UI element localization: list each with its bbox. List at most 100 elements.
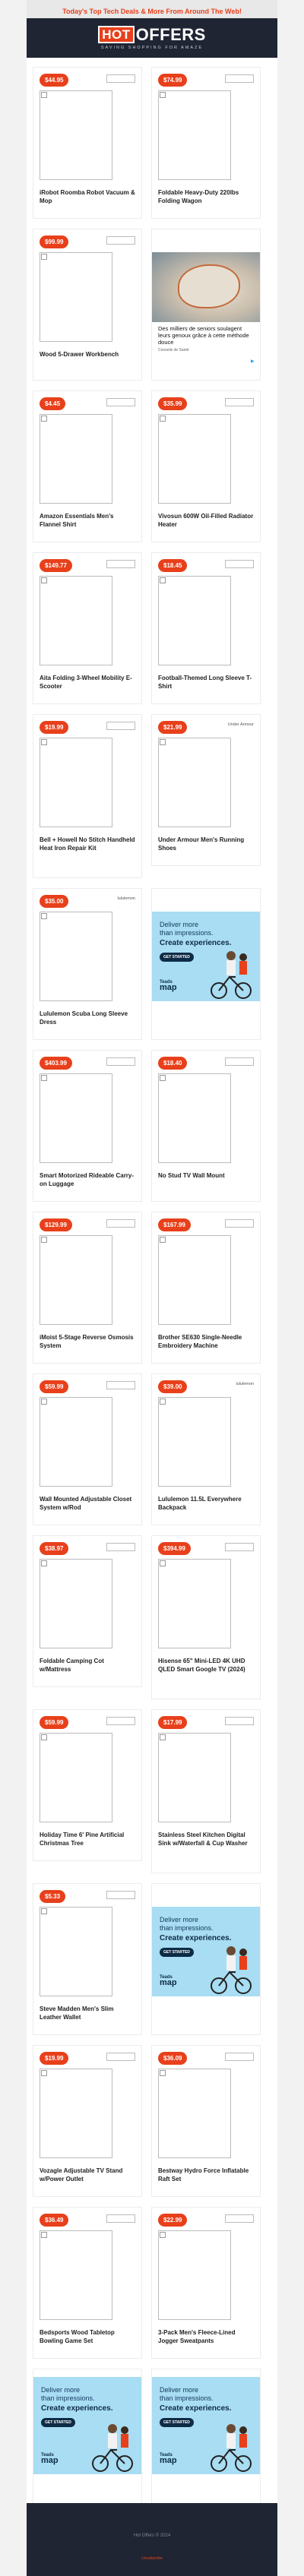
product-title[interactable]: Stainless Steel Kitchen Digital Sink w/W… — [158, 1832, 254, 1847]
price-badge[interactable]: $4.45 — [40, 397, 66, 410]
ad-creative[interactable]: Deliver more than impressions. Create expe… — [152, 1907, 260, 1996]
native-ad[interactable]: Des milliers de seniors soulagent leurs … — [151, 229, 261, 381]
ad-cta-button[interactable]: GET STARTED — [160, 2418, 194, 2427]
product-image[interactable] — [40, 576, 112, 665]
product-title[interactable]: Lululemon Scuba Long Sleeve Dress — [40, 1010, 135, 1026]
deal-card[interactable]: $129.99 iMoist 5-Stage Reverse Osmosis Sy… — [33, 1212, 142, 1364]
price-badge[interactable]: $149.77 — [40, 559, 72, 572]
product-title[interactable]: Bestway Hydro Force Inflatable Raft Set — [158, 2167, 254, 2183]
product-image[interactable] — [40, 1907, 112, 1996]
product-image[interactable] — [158, 1733, 231, 1822]
product-image[interactable] — [40, 2230, 112, 2320]
product-image[interactable] — [158, 1073, 231, 1163]
deal-card[interactable]: $21.99 Under Armour Under Armour Men's Run… — [151, 714, 261, 866]
price-badge[interactable]: $19.99 — [40, 2052, 69, 2065]
price-badge[interactable]: $18.45 — [158, 559, 188, 572]
product-title[interactable]: Hisense 65" Mini-LED 4K UHD QLED Smart G… — [158, 1658, 254, 1674]
product-title[interactable]: Foldable Camping Cot w/Mattress — [40, 1658, 135, 1674]
product-image[interactable] — [158, 1559, 231, 1648]
display-ad[interactable]: Deliver more than impressions. Create expe… — [151, 1883, 261, 2035]
deal-card[interactable]: $44.95 iRobot Roomba Robot Vacuum & Mop — [33, 67, 142, 219]
ad-creative[interactable]: Deliver more than impressions. Create expe… — [33, 2377, 141, 2474]
deal-card[interactable]: $5.33 Steve Madden Men's Slim Leather Wal… — [33, 1883, 142, 2035]
product-image[interactable] — [158, 576, 231, 665]
product-image[interactable] — [40, 90, 112, 180]
product-image[interactable] — [40, 1733, 112, 1822]
price-badge[interactable]: $59.99 — [40, 1716, 69, 1729]
product-title[interactable]: Bedsports Wood Tabletop Bowling Game Set — [40, 2329, 135, 2345]
deal-card[interactable]: $167.99 Brother SE630 Single-Needle Embro… — [151, 1212, 261, 1364]
deal-card[interactable]: $36.09 Bestway Hydro Force Inflatable Raf… — [151, 2045, 261, 2197]
price-badge[interactable]: $99.99 — [40, 235, 69, 248]
ad-cta-button[interactable]: GET STARTED — [41, 2418, 75, 2427]
price-badge[interactable]: $5.33 — [40, 1890, 66, 1903]
ad-image[interactable] — [152, 252, 260, 322]
product-image[interactable] — [40, 1397, 112, 1487]
price-badge[interactable]: $39.00 — [158, 1380, 188, 1393]
deal-card[interactable]: $394.99 Hisense 65" Mini-LED 4K UHD QLED … — [151, 1535, 261, 1699]
deal-card[interactable]: $22.99 3-Pack Men's Fleece-Lined Jogger S… — [151, 2207, 261, 2359]
product-title[interactable]: Wall Mounted Adjustable Closet System w/… — [40, 1496, 135, 1512]
deal-card[interactable]: $18.40 No Stud TV Wall Mount — [151, 1050, 261, 1202]
deal-card[interactable]: $36.49 Bedsports Wood Tabletop Bowling Ga… — [33, 2207, 142, 2359]
product-image[interactable] — [40, 1235, 112, 1325]
price-badge[interactable]: $22.99 — [158, 2214, 188, 2227]
deal-card[interactable]: $59.99 Holiday Time 6' Pine Artificial Ch… — [33, 1709, 142, 1861]
product-title[interactable]: Brother SE630 Single-Needle Embroidery M… — [158, 1334, 254, 1350]
product-image[interactable] — [158, 738, 231, 827]
product-image[interactable] — [158, 2069, 231, 2158]
price-badge[interactable]: $35.00 — [40, 895, 69, 908]
deal-card[interactable]: $17.99 Stainless Steel Kitchen Digital Si… — [151, 1709, 261, 1873]
deal-card[interactable]: $35.00 lululemon Lululemon Scuba Long Slee… — [33, 888, 142, 1040]
product-image[interactable] — [40, 414, 112, 504]
price-badge[interactable]: $21.99 — [158, 721, 188, 734]
product-title[interactable]: Under Armour Men's Running Shoes — [158, 836, 254, 852]
price-badge[interactable]: $44.95 — [40, 74, 69, 87]
deal-card[interactable]: $35.99 Vivosun 600W Oil-Filled Radiator H… — [151, 390, 261, 542]
ad-headline[interactable]: Des milliers de seniors soulagent leurs … — [158, 325, 254, 346]
adchoices-icon[interactable]: ▶ — [251, 359, 257, 365]
product-title[interactable]: Football-Themed Long Sleeve T-Shirt — [158, 675, 254, 691]
ad-cta-button[interactable]: GET STARTED — [160, 1948, 194, 1957]
price-badge[interactable]: $36.09 — [158, 2052, 188, 2065]
product-title[interactable]: Wood 5-Drawer Workbench — [40, 351, 135, 359]
product-title[interactable]: 3-Pack Men's Fleece-Lined Jogger Sweatpa… — [158, 2329, 254, 2345]
price-badge[interactable]: $38.97 — [40, 1542, 69, 1555]
price-badge[interactable]: $394.99 — [158, 1542, 191, 1555]
deal-card[interactable]: $19.99 Bell + Howell No Stitch Handheld H… — [33, 714, 142, 878]
product-title[interactable]: Foldable Heavy-Duty 220lbs Folding Wagon — [158, 189, 254, 205]
product-image[interactable] — [158, 1397, 231, 1487]
price-badge[interactable]: $35.99 — [158, 397, 188, 410]
price-badge[interactable]: $17.99 — [158, 1716, 188, 1729]
product-image[interactable] — [158, 2230, 231, 2320]
ad-creative[interactable]: Deliver more than impressions. Create expe… — [152, 2377, 260, 2474]
top-banner-link[interactable]: Today's Top Tech Deals & More From Aroun… — [62, 8, 242, 15]
price-badge[interactable]: $129.99 — [40, 1218, 72, 1231]
deal-card[interactable]: $38.97 Foldable Camping Cot w/Mattress — [33, 1535, 142, 1687]
deal-card[interactable]: $74.99 Foldable Heavy-Duty 220lbs Folding… — [151, 67, 261, 219]
product-title[interactable]: Vivosun 600W Oil-Filled Radiator Heater — [158, 513, 254, 529]
display-ad[interactable]: Deliver more than impressions. Create expe… — [151, 888, 261, 1040]
price-badge[interactable]: $19.99 — [40, 721, 69, 734]
price-badge[interactable]: $74.99 — [158, 74, 188, 87]
price-badge[interactable]: $167.99 — [158, 1218, 191, 1231]
product-title[interactable]: No Stud TV Wall Mount — [158, 1172, 254, 1181]
product-title[interactable]: iMoist 5-Stage Reverse Osmosis System — [40, 1334, 135, 1350]
price-badge[interactable]: $36.49 — [40, 2214, 69, 2227]
product-title[interactable]: Vozagle Adjustable TV Stand w/Power Outl… — [40, 2167, 135, 2183]
product-title[interactable]: Smart Motorized Rideable Carry-on Luggag… — [40, 1172, 135, 1188]
logo[interactable]: HOT OFFERS — [98, 26, 206, 43]
product-image[interactable] — [158, 1235, 231, 1325]
product-image[interactable] — [40, 2069, 112, 2158]
ad-creative[interactable]: Deliver more than impressions. Create expe… — [152, 912, 260, 1001]
product-title[interactable]: Amazon Essentials Men's Flannel Shirt — [40, 513, 135, 529]
product-title[interactable]: Aita Folding 3-Wheel Mobility E-Scooter — [40, 675, 135, 691]
product-title[interactable]: Steve Madden Men's Slim Leather Wallet — [40, 2005, 135, 2021]
price-badge[interactable]: $59.99 — [40, 1380, 69, 1393]
product-title[interactable]: Bell + Howell No Stitch Handheld Heat Ir… — [40, 836, 135, 852]
product-image[interactable] — [40, 912, 112, 1001]
deal-card[interactable]: $19.99 Vozagle Adjustable TV Stand w/Powe… — [33, 2045, 142, 2197]
price-badge[interactable]: $403.99 — [40, 1057, 72, 1070]
deal-card[interactable]: $149.77 Aita Folding 3-Wheel Mobility E-S… — [33, 552, 142, 704]
product-title[interactable]: Holiday Time 6' Pine Artificial Christma… — [40, 1832, 135, 1847]
